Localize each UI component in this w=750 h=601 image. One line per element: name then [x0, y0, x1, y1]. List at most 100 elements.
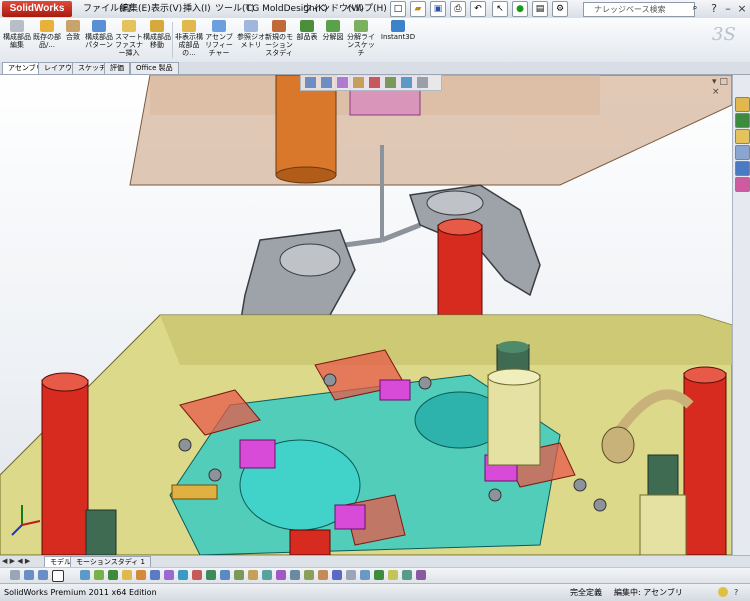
model-view: [0, 75, 732, 555]
hide-component-button[interactable]: 非表示構成部品の...: [174, 20, 204, 57]
edit-appearance-icon[interactable]: [401, 77, 412, 88]
component-pattern-button[interactable]: 構成部品パターン: [84, 20, 114, 49]
help-status-icon[interactable]: ?: [734, 584, 738, 601]
app-logo[interactable]: SolidWorks: [2, 1, 72, 17]
rebuild-icon[interactable]: ●: [512, 1, 528, 17]
new-document-icon[interactable]: □: [390, 1, 406, 17]
display-style-icon[interactable]: [369, 77, 380, 88]
filter-cosmetic-thread-icon[interactable]: [318, 570, 328, 580]
explode-line-icon: [354, 20, 368, 32]
resources-icon[interactable]: [735, 97, 750, 112]
clear-filters-icon[interactable]: [38, 570, 48, 580]
tab-scroll-arrows[interactable]: ◀ ▶ ◀ ▶: [2, 557, 30, 565]
component-pattern-icon: [92, 20, 106, 32]
filter-mates-icon[interactable]: [360, 570, 370, 580]
mate-icon: [66, 20, 80, 32]
instant3d-button[interactable]: Instant3D: [378, 20, 418, 41]
tab-office-products[interactable]: Office 製品: [130, 62, 179, 74]
filter-centermark-icon[interactable]: [332, 570, 342, 580]
eye-bolt-ring: [601, 426, 635, 464]
move-component-button[interactable]: 構成部品移動: [142, 20, 172, 49]
print-icon[interactable]: ⎙: [450, 1, 466, 17]
ribbon-label: 分解ラインスケッチ: [347, 33, 375, 57]
filter-datum-icon[interactable]: [248, 570, 258, 580]
design-library-icon[interactable]: [735, 113, 750, 128]
filter-faces-icon[interactable]: [108, 570, 118, 580]
zoom-area-icon[interactable]: [321, 77, 332, 88]
custom-properties-icon[interactable]: [735, 177, 750, 192]
motion-study-icon: [272, 20, 286, 32]
bom-icon: [300, 20, 314, 32]
filter-weld-icon[interactable]: [234, 570, 244, 580]
selection-filter-icon[interactable]: [10, 570, 20, 580]
search-icon[interactable]: ⌕: [688, 1, 702, 15]
tab-evaluate[interactable]: 評価: [104, 62, 130, 74]
view-orientation-icon[interactable]: [353, 77, 364, 88]
motion-study-button[interactable]: 新規のモーションスタディ: [264, 20, 294, 57]
appearances-icon[interactable]: [735, 161, 750, 176]
filter-balloons-icon[interactable]: [402, 570, 412, 580]
title-bar: SolidWorks ファイル(F) 編集(E) 表示(V) 挿入(I) ツール…: [0, 0, 750, 19]
open-icon[interactable]: ▰: [410, 1, 426, 17]
exploded-view-icon: [326, 20, 340, 32]
close-icon[interactable]: ×: [734, 1, 750, 16]
assembly-feature-button[interactable]: アセンブリフィーチャー: [204, 20, 234, 57]
select-tool-icon[interactable]: [52, 570, 64, 582]
menu-insert[interactable]: 挿入(I): [180, 1, 214, 17]
filter-gtol-icon[interactable]: [220, 570, 230, 580]
filter-blocks-icon[interactable]: [262, 570, 272, 580]
insert-component-icon: [40, 20, 54, 32]
filter-planes-icon[interactable]: [150, 570, 160, 580]
filter-solid-bodies-icon[interactable]: [290, 570, 300, 580]
viewport-window-controls[interactable]: ▾ □ ×: [712, 77, 732, 97]
options-icon[interactable]: ⚙: [552, 1, 568, 17]
filter-toggle-icon[interactable]: [24, 570, 34, 580]
filter-points-icon[interactable]: [164, 570, 174, 580]
filter-bom-icon[interactable]: [388, 570, 398, 580]
ribbon-label: アセンブリフィーチャー: [205, 33, 233, 57]
reference-geometry-button[interactable]: 参照ジオメトリ: [236, 20, 266, 49]
filter-annotations-icon[interactable]: [416, 570, 426, 580]
ribbon-label: 既存の部品/...: [33, 33, 61, 49]
ribbon-separator: [172, 22, 173, 58]
guide-pin-center-top: [437, 218, 483, 236]
undo-icon[interactable]: ↶: [470, 1, 486, 17]
apply-scene-icon[interactable]: [417, 77, 428, 88]
graphics-area[interactable]: ▾ □ ×: [0, 75, 732, 555]
smart-fastener-button[interactable]: スマートファスナー挿入: [114, 20, 144, 57]
lifter-block: [379, 379, 411, 401]
select-icon[interactable]: ↖: [492, 1, 508, 17]
filter-vertices-icon[interactable]: [80, 570, 90, 580]
instant3d-icon: [391, 20, 405, 32]
tooltip-icon[interactable]: [718, 587, 728, 597]
view-palette-icon[interactable]: [735, 145, 750, 160]
filter-edges-icon[interactable]: [94, 570, 104, 580]
filter-components-icon[interactable]: [374, 570, 384, 580]
reference-geometry-icon: [244, 20, 258, 32]
filter-routing-icon[interactable]: [276, 570, 286, 580]
filter-notes-icon[interactable]: [206, 570, 216, 580]
exploded-view-button[interactable]: 分解図: [318, 20, 348, 41]
file-explorer-icon[interactable]: [735, 129, 750, 144]
filter-hole-callout-icon[interactable]: [346, 570, 356, 580]
hide-show-items-icon[interactable]: [385, 77, 396, 88]
filter-surface-bodies-icon[interactable]: [304, 570, 314, 580]
explode-line-button[interactable]: 分解ラインスケッチ: [346, 20, 376, 57]
ribbon-label: 部品表: [296, 33, 318, 41]
save-icon[interactable]: ▣: [430, 1, 446, 17]
ribbon-label: 構成部品パターン: [85, 33, 113, 49]
filter-dimensions-icon[interactable]: [192, 570, 202, 580]
edit-component-button[interactable]: 構成部品編集: [2, 20, 32, 49]
zoom-to-fit-icon[interactable]: [305, 77, 316, 88]
filter-axes-icon[interactable]: [136, 570, 146, 580]
assembly-feature-icon: [212, 20, 226, 32]
section-view-icon[interactable]: [337, 77, 348, 88]
ejector-sleeve: [487, 374, 541, 466]
filter-surfaces-icon[interactable]: [122, 570, 132, 580]
guide-pin-left: [41, 379, 89, 555]
search-input[interactable]: ナレッジベース検索: [583, 2, 695, 17]
file-properties-icon[interactable]: ▤: [532, 1, 548, 17]
ribbon-label: 構成部品編集: [3, 33, 31, 49]
filter-sketch-icon[interactable]: [178, 570, 188, 580]
menu-help[interactable]: ヘルプ(H): [343, 1, 390, 17]
